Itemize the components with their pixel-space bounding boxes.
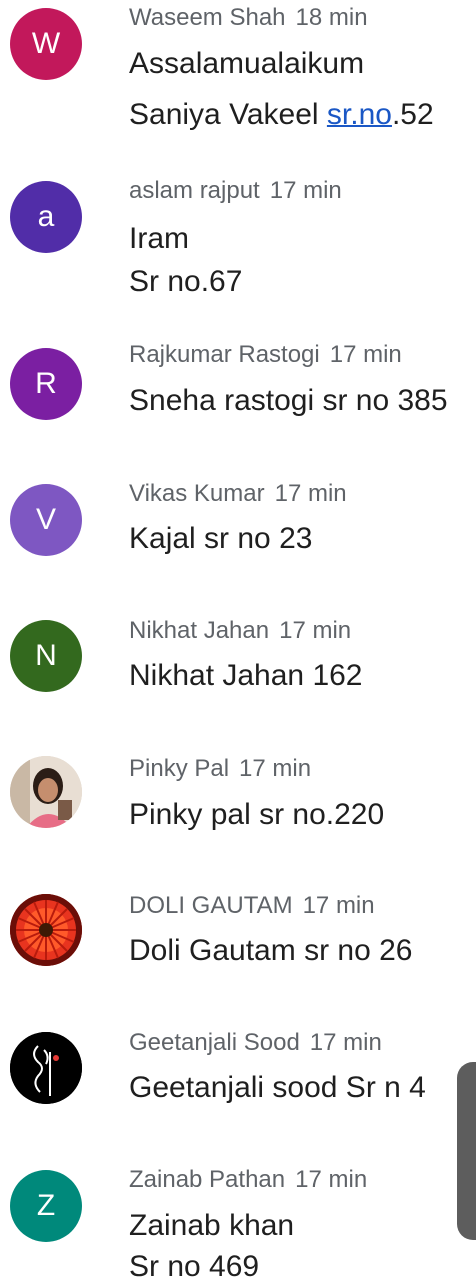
comment-meta: Vikas Kumar 17 min <box>129 480 347 508</box>
comment-text-suffix: .52 <box>391 98 434 131</box>
comment-text: Doli Gautam sr no 26 <box>129 934 413 967</box>
comment-meta: aslam rajput 17 min <box>129 177 342 205</box>
timestamp: 17 min <box>309 1029 382 1056</box>
timestamp: 17 min <box>279 617 352 644</box>
timestamp: 17 min <box>274 480 347 507</box>
avatar-letter: Z <box>36 1189 56 1222</box>
avatar-photo[interactable] <box>10 1032 82 1104</box>
avatar-letter: a <box>37 200 55 233</box>
scrollbar-thumb[interactable] <box>457 1062 476 1240</box>
avatar-photo[interactable] <box>10 894 82 966</box>
comment-meta: Rajkumar Rastogi 17 min <box>129 341 402 369</box>
comment-meta: Waseem Shah 18 min <box>129 4 368 32</box>
author-name[interactable]: Zainab Pathan <box>129 1166 285 1193</box>
timestamp: 17 min <box>329 341 402 368</box>
comment-text: Assalamualaikum <box>129 47 365 80</box>
comment-meta: Pinky Pal 17 min <box>129 755 311 783</box>
author-name[interactable]: DOLI GAUTAM <box>129 892 293 919</box>
avatar-letter: W <box>31 27 61 60</box>
comment-text: Pinky pal sr no.220 <box>129 798 385 831</box>
avatar[interactable]: R <box>10 348 82 420</box>
author-name[interactable]: Pinky Pal <box>129 755 229 782</box>
comment-meta: Zainab Pathan 17 min <box>129 1166 367 1194</box>
avatar[interactable]: W <box>10 8 82 80</box>
comment-text: Kajal sr no 23 <box>129 522 313 555</box>
comment-text-prefix: Saniya Vakeel <box>129 98 327 131</box>
comment-text: Sneha rastogi sr no 385 <box>129 384 448 417</box>
comment-meta: Geetanjali Sood 17 min <box>129 1029 382 1057</box>
author-name[interactable]: Rajkumar Rastogi <box>129 341 320 368</box>
avatar[interactable]: a <box>10 181 82 253</box>
timestamp: 17 min <box>269 177 342 204</box>
author-name[interactable]: aslam rajput <box>129 177 260 204</box>
timestamp: 18 min <box>295 4 368 31</box>
comment-text-line2: Sr no 469 <box>129 1250 260 1283</box>
comment-text-line2: Sr no.67 <box>129 265 243 298</box>
author-name[interactable]: Geetanjali Sood <box>129 1029 300 1056</box>
comment-text: Iram <box>129 222 189 255</box>
timestamp: 17 min <box>302 892 375 919</box>
comment-text: Nikhat Jahan 162 <box>129 659 363 692</box>
comment-meta: DOLI GAUTAM 17 min <box>129 892 375 920</box>
comment-link[interactable]: sr.no <box>327 98 392 131</box>
avatar-letter: R <box>35 367 57 400</box>
author-name[interactable]: Nikhat Jahan <box>129 617 269 644</box>
timestamp: 17 min <box>239 755 312 782</box>
author-name[interactable]: Waseem Shah <box>129 4 286 31</box>
comment-text-line2: Saniya Vakeel sr.no.52 <box>129 98 434 132</box>
avatar-letter: V <box>35 503 56 536</box>
avatar[interactable]: N <box>10 620 82 692</box>
comment-text: Geetanjali sood Sr n 4 <box>129 1071 426 1104</box>
profile-photo-icon <box>10 756 82 828</box>
timestamp: 17 min <box>295 1166 368 1193</box>
comment-text: Zainab khan <box>129 1209 295 1242</box>
flower-photo-icon <box>10 894 82 966</box>
author-name[interactable]: Vikas Kumar <box>129 480 265 507</box>
comment-meta: Nikhat Jahan 17 min <box>129 617 351 645</box>
avatar-photo[interactable] <box>10 756 82 828</box>
avatar[interactable]: V <box>10 484 82 556</box>
avatar-letter: N <box>35 639 57 672</box>
sketch-art-icon <box>10 1032 82 1104</box>
avatar[interactable]: Z <box>10 1170 82 1242</box>
